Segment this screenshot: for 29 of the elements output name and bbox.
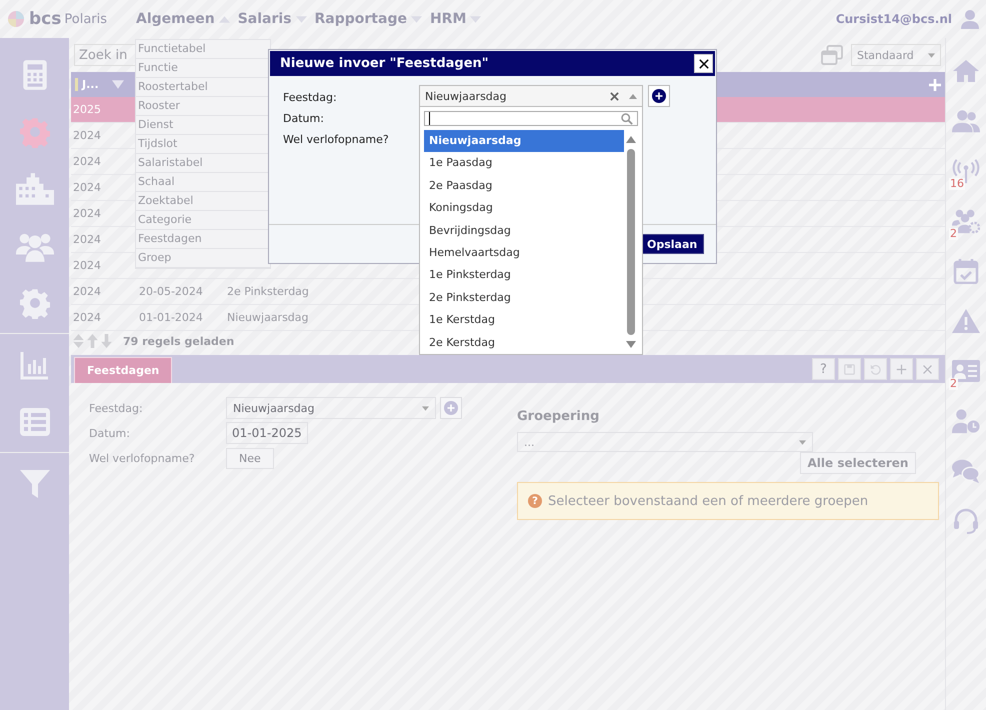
year-cell-text: 2025 (72, 103, 102, 116)
year-cell-text: 2024 (72, 155, 102, 168)
date-cell-text: 01-01-2024 (139, 311, 204, 324)
field-label: Wel verlofopname? (283, 133, 389, 146)
year-cell-text: 2024 (72, 259, 102, 272)
year-cell-text: 2024 (72, 181, 102, 194)
name-cell: 2e Pinksterdag (227, 285, 309, 298)
dialog-title: Nieuwe invoer "Feestdagen" (280, 56, 489, 71)
grouping-title: Groepering (517, 409, 600, 424)
count-badge: 2 (949, 378, 958, 390)
count-badge: 2 (949, 228, 958, 240)
count-badge: 16 (949, 178, 965, 190)
year-cell-text: 2024 (72, 311, 102, 324)
date-cell-text: 20-05-2024 (139, 285, 204, 298)
year-cell-text: 2024 (72, 207, 102, 220)
question-badge: ? (528, 494, 542, 508)
field-label: Wel verlofopname? (89, 452, 196, 464)
notice-text: Selecteer bovenstaand een of meerdere groepen (548, 494, 868, 508)
field-label: Feestdag: (283, 91, 337, 104)
field-label: Datum: (283, 112, 324, 125)
year-cell-text: 2024 (72, 129, 102, 142)
rows-loaded-text: 79 regels geladen (123, 334, 234, 348)
logo-product: Polaris (64, 12, 108, 26)
field-label: Feestdag: (89, 402, 144, 414)
logo-brand: bcs (29, 9, 62, 29)
year-cell-text: 2024 (72, 233, 102, 246)
name-cell: Nieuwjaarsdag (227, 311, 309, 324)
field-label: Datum: (89, 426, 131, 440)
year-cell-text: 2024 (72, 285, 102, 298)
